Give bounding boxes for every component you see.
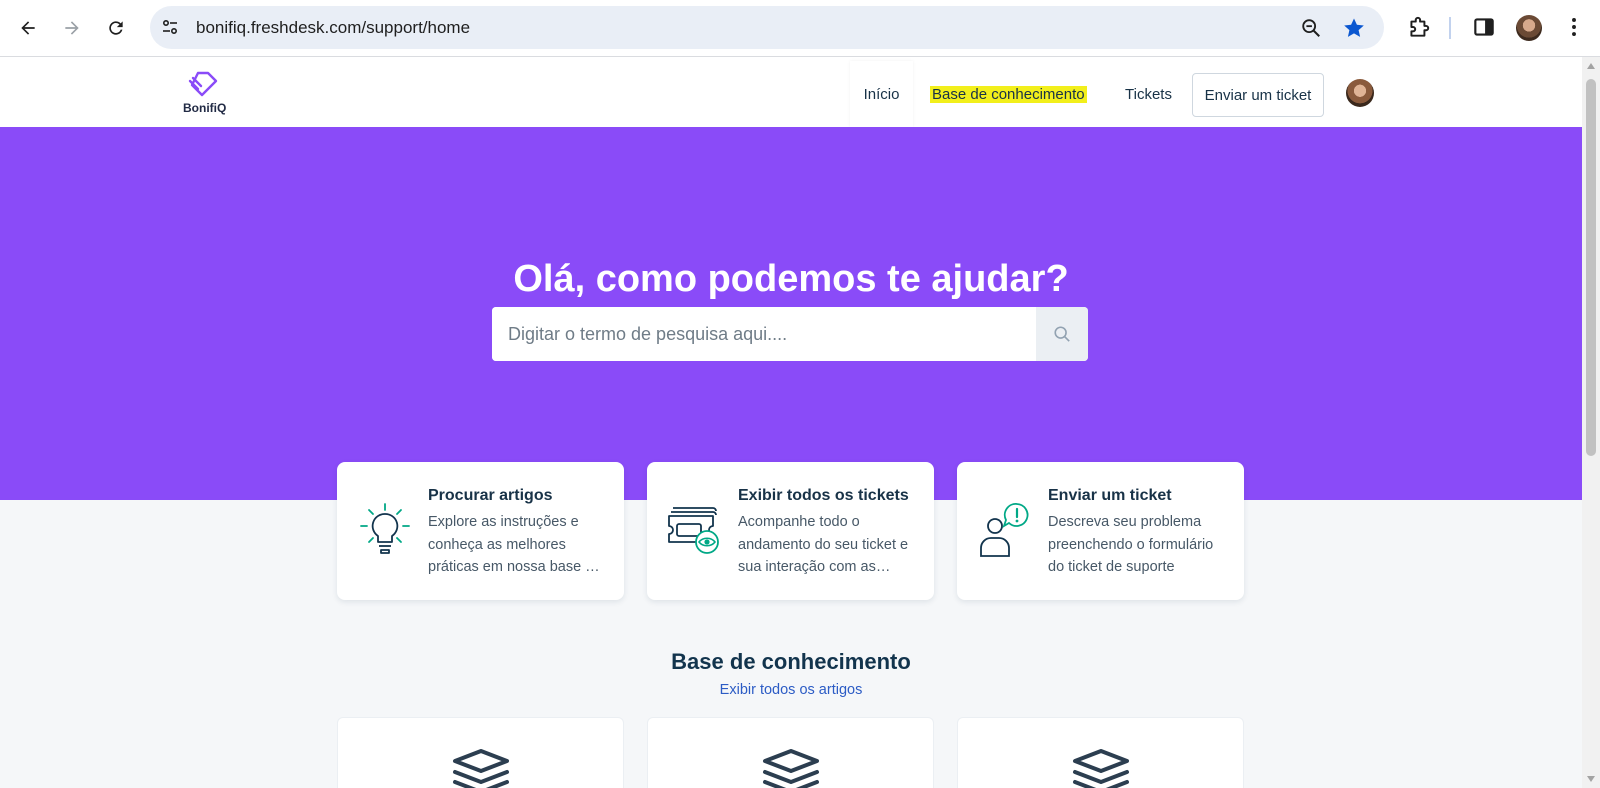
reload-icon <box>109 21 123 35</box>
card-description: Acompanhe todo o andamento do seu ticket… <box>738 514 909 575</box>
kb-category-card[interactable] <box>957 717 1244 788</box>
reload-button[interactable] <box>100 12 132 44</box>
submit-ticket-label: Enviar um ticket <box>1204 86 1312 104</box>
view-all-articles-link[interactable]: Exibir todos os artigos <box>720 682 863 698</box>
browser-toolbar: bonifiq.freshdesk.com/support/home <box>0 0 1600 57</box>
nav-tickets[interactable]: Tickets <box>1125 61 1172 127</box>
view-all-articles-row: Exibir todos os artigos <box>0 682 1582 698</box>
layers-icon <box>763 749 819 788</box>
submit-ticket-button[interactable]: Enviar um ticket <box>1192 73 1324 117</box>
scrollbar-thumb[interactable] <box>1586 79 1596 456</box>
arrow-left-icon <box>21 21 35 35</box>
kb-category-card[interactable] <box>647 717 934 788</box>
user-avatar[interactable] <box>1346 79 1374 107</box>
nav-knowledge-base-label: Base de conhecimento <box>930 85 1087 103</box>
search-icon <box>1054 326 1070 342</box>
knowledge-base-categories <box>337 717 1245 788</box>
brand-name: BonifiQ <box>183 101 227 115</box>
kebab-menu-icon[interactable] <box>1561 14 1587 40</box>
scroll-down-arrow-icon[interactable] <box>1587 776 1595 782</box>
person-alert-icon <box>980 503 1029 557</box>
url-text[interactable]: bonifiq.freshdesk.com/support/home <box>196 18 470 38</box>
kb-category-card[interactable] <box>337 717 624 788</box>
card-title: Procurar artigos <box>428 487 553 504</box>
nav-tickets-label: Tickets <box>1125 85 1172 103</box>
card-browse-articles[interactable]: Procurar artigos Explore as instruções e… <box>337 462 624 600</box>
card-title: Exibir todos os tickets <box>738 487 909 504</box>
page-scrollbar[interactable] <box>1582 57 1600 788</box>
toolbar-separator <box>1449 17 1451 39</box>
tickets-eye-icon <box>668 507 719 554</box>
card-view-tickets[interactable]: Exibir todos os tickets Acompanhe todo o… <box>647 462 934 600</box>
zoom-out-icon[interactable] <box>1300 17 1322 39</box>
brand-logo[interactable]: BonifiQ <box>180 69 228 117</box>
page-viewport: BonifiQ Início Base de conhecimento Tick… <box>0 57 1582 788</box>
layers-icon <box>453 749 509 788</box>
hero-title: Olá, como podemos te ajudar? <box>513 258 1069 300</box>
layers-icon <box>1073 749 1129 788</box>
hero-banner: Olá, como podemos te ajudar? <box>0 127 1582 500</box>
search-input[interactable] <box>492 307 1036 361</box>
knowledge-base-title: Base de conhecimento <box>671 649 911 674</box>
lightbulb-icon <box>360 503 410 554</box>
back-button[interactable] <box>12 12 44 44</box>
address-bar[interactable]: bonifiq.freshdesk.com/support/home <box>150 6 1384 49</box>
extensions-icon[interactable] <box>1406 14 1432 40</box>
nav-knowledge-base[interactable]: Base de conhecimento <box>930 61 1087 127</box>
forward-button[interactable] <box>56 12 88 44</box>
site-header: BonifiQ Início Base de conhecimento Tick… <box>0 57 1582 127</box>
scroll-up-arrow-icon[interactable] <box>1587 63 1595 69</box>
card-description: Descreva seu problema preenchendo o form… <box>1048 514 1214 575</box>
arrow-right-icon <box>65 21 79 35</box>
site-settings-icon[interactable] <box>160 17 180 37</box>
card-title: Enviar um ticket <box>1048 487 1172 504</box>
card-submit-ticket[interactable]: Enviar um ticket Descreva seu problema p… <box>957 462 1244 600</box>
side-panel-icon[interactable] <box>1471 14 1497 40</box>
nav-home[interactable]: Início <box>850 61 913 127</box>
search-box <box>492 307 1088 361</box>
search-button[interactable] <box>1036 307 1088 361</box>
bonifiq-logo-icon <box>188 71 218 97</box>
quick-action-cards: Procurar artigos Explore as instruções e… <box>337 462 1245 600</box>
card-description: Explore as instruções e conheça as melho… <box>428 514 600 575</box>
bookmark-star-icon[interactable] <box>1342 16 1366 40</box>
nav-home-label: Início <box>863 85 900 103</box>
profile-avatar[interactable] <box>1516 15 1542 41</box>
